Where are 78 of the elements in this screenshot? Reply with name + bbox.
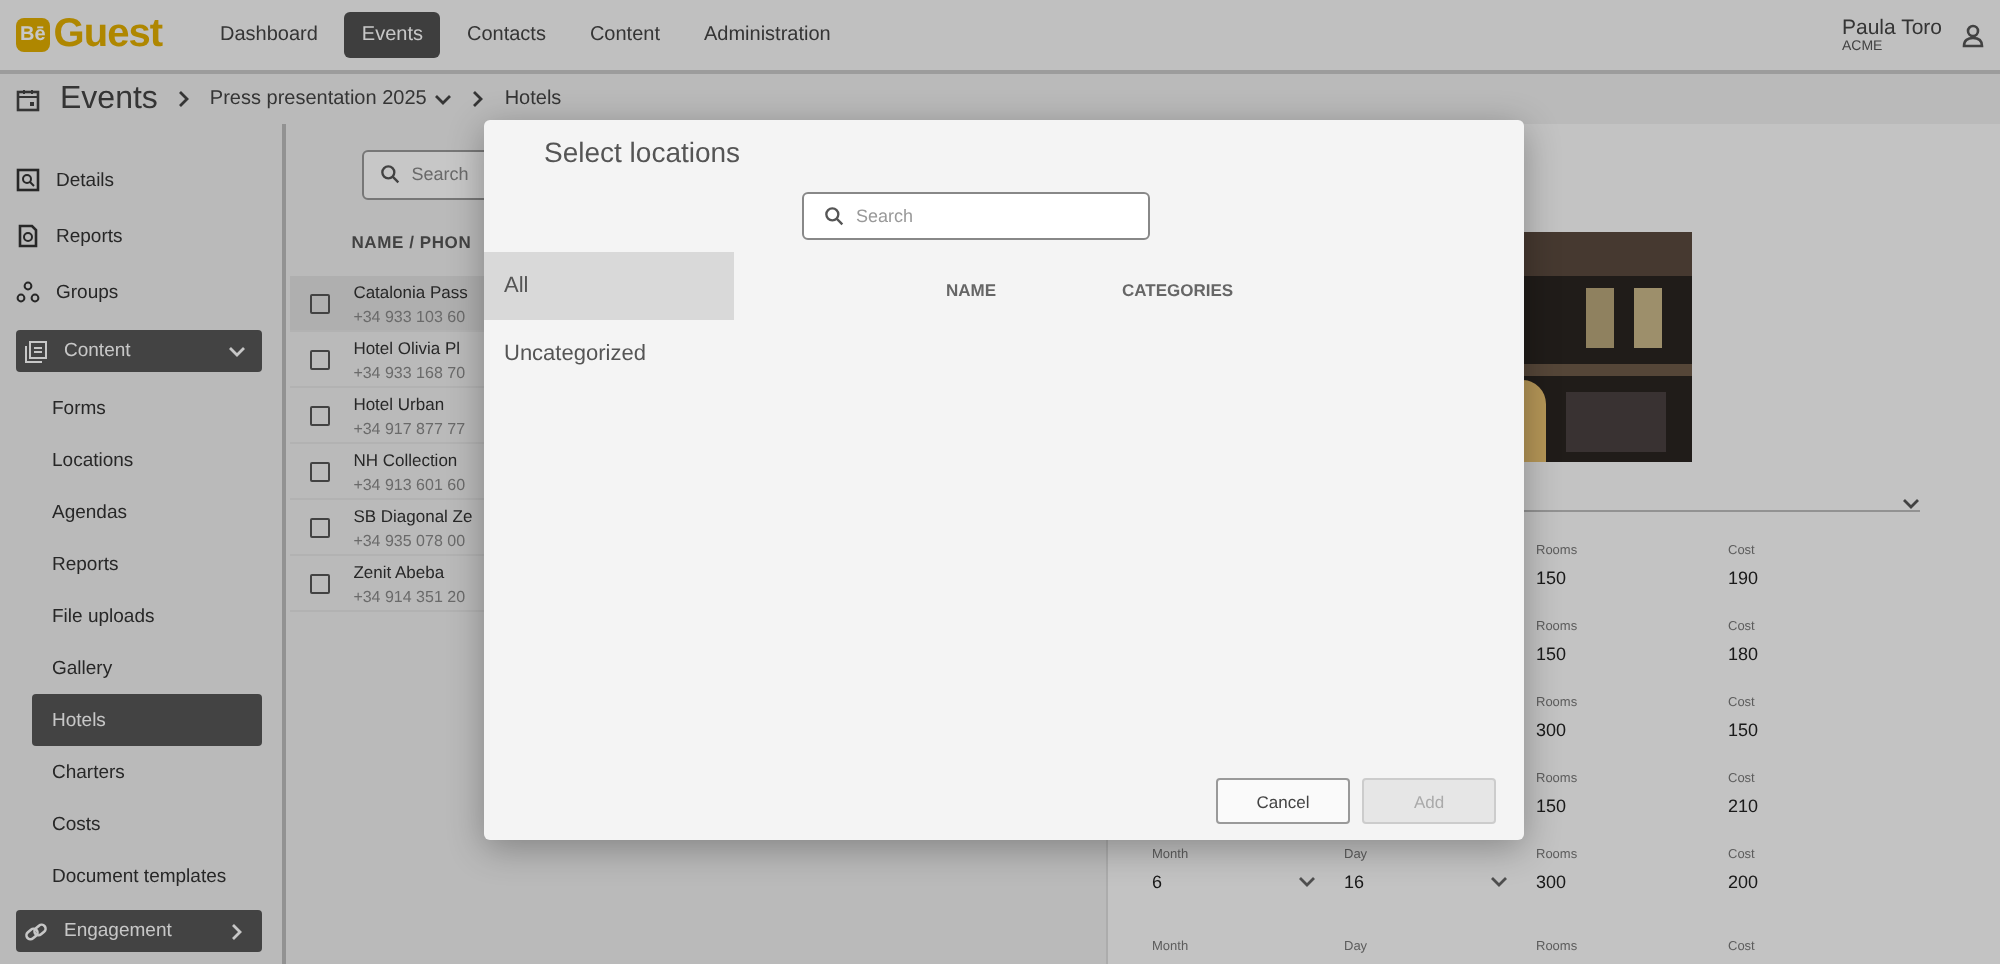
report-icon xyxy=(16,224,40,248)
logo-mark: Bē xyxy=(16,18,50,52)
column-header: NAME xyxy=(946,280,997,304)
nav-tab[interactable]: Content xyxy=(571,12,678,58)
hotel-phone: +34 933 168 70 xyxy=(353,363,466,381)
document-search-icon xyxy=(16,168,40,192)
field-value[interactable]: 6 xyxy=(1152,872,1163,892)
checkbox[interactable] xyxy=(309,517,330,537)
sidebar-item[interactable]: Hotels xyxy=(32,694,262,746)
field-value: 200 xyxy=(1728,872,1759,892)
chevron-right-icon xyxy=(472,90,485,108)
hotel-name: SB Diagonal Ze xyxy=(353,505,473,525)
search-icon xyxy=(379,164,400,184)
hotel-name: NH Collection xyxy=(353,449,460,469)
user-name: Paula Toro xyxy=(1841,16,1942,40)
field-value: 180 xyxy=(1728,644,1759,664)
groups-icon xyxy=(16,280,40,304)
category-item[interactable]: All xyxy=(484,252,734,320)
event-dropdown[interactable]: Press presentation 2025 xyxy=(209,88,453,110)
calendar-icon xyxy=(16,87,40,111)
field-value: 150 xyxy=(1536,796,1567,816)
hotel-name: Zenit Abeba xyxy=(353,561,447,581)
field-value: 210 xyxy=(1728,796,1759,816)
search-icon xyxy=(824,206,844,226)
field-value: 150 xyxy=(1536,644,1567,664)
sidebar-item[interactable]: Locations xyxy=(32,434,262,486)
user-icon[interactable] xyxy=(1962,23,1984,47)
column-header: NAME / PHON xyxy=(351,232,472,252)
field-value[interactable]: 16 xyxy=(1344,872,1365,892)
modal-title: Select locations xyxy=(544,136,741,172)
hotel-phone: +34 917 877 77 xyxy=(353,419,466,437)
caret-icon xyxy=(1298,876,1316,888)
cancel-button[interactable]: Cancel xyxy=(1216,778,1350,824)
sidebar-item[interactable]: Costs xyxy=(32,798,262,850)
checkbox[interactable] xyxy=(309,461,330,481)
nav-tab[interactable]: Events xyxy=(343,12,441,58)
hotel-phone: +34 935 078 00 xyxy=(353,531,468,549)
field-value: 150 xyxy=(1536,568,1567,588)
category-item[interactable]: Uncategorized xyxy=(484,320,734,388)
hotel-name: Catalonia Pass xyxy=(353,281,468,301)
content-icon xyxy=(24,339,48,363)
checkbox[interactable] xyxy=(309,349,330,369)
sidebar-group[interactable]: Engagement xyxy=(16,910,262,952)
link-icon xyxy=(24,919,48,943)
hotel-phone: +34 933 103 60 xyxy=(353,307,468,325)
chevron-right-icon xyxy=(177,90,190,108)
sidebar-group[interactable]: Content xyxy=(16,330,262,372)
hotel-phone: +34 914 351 20 xyxy=(353,587,466,605)
column-header: CATEGORIES xyxy=(1122,280,1234,304)
nav-tab[interactable]: Administration xyxy=(685,12,849,58)
checkbox[interactable] xyxy=(309,293,330,313)
caret-icon xyxy=(1490,876,1508,888)
nav-tab[interactable]: Contacts xyxy=(448,12,564,58)
sidebar-item[interactable]: Reports xyxy=(56,225,123,247)
caret-icon xyxy=(1902,498,1920,510)
nav-tab[interactable]: Dashboard xyxy=(201,12,336,58)
field-value: 300 xyxy=(1536,872,1567,892)
sidebar-item[interactable]: Details xyxy=(56,169,115,191)
field-value: 150 xyxy=(1728,720,1759,740)
field-value: 300 xyxy=(1536,720,1567,740)
sidebar-item[interactable]: Reports xyxy=(32,538,262,590)
hotel-name: Hotel Olivia Pl xyxy=(353,337,463,357)
chevron-down-icon xyxy=(434,93,453,105)
sidebar-item[interactable]: Charters xyxy=(32,746,262,798)
checkbox[interactable] xyxy=(309,573,330,593)
checkbox[interactable] xyxy=(309,405,330,425)
sidebar-item[interactable]: Gallery xyxy=(32,642,262,694)
logo-text: Guest xyxy=(53,12,162,58)
sidebar-item[interactable]: File uploads xyxy=(32,590,262,642)
breadcrumb-section[interactable]: Events xyxy=(60,81,158,117)
hotel-name: Hotel Urban xyxy=(353,393,447,413)
hotel-phone: +34 913 601 60 xyxy=(353,475,466,493)
sidebar-item[interactable]: Groups xyxy=(56,281,119,303)
sidebar-item[interactable]: Agendas xyxy=(32,486,262,538)
sidebar-item[interactable]: Forms xyxy=(32,382,262,434)
sidebar-item[interactable]: Document templates xyxy=(32,850,262,902)
field-value: 190 xyxy=(1728,568,1759,588)
breadcrumb-page: Hotels xyxy=(504,88,562,110)
